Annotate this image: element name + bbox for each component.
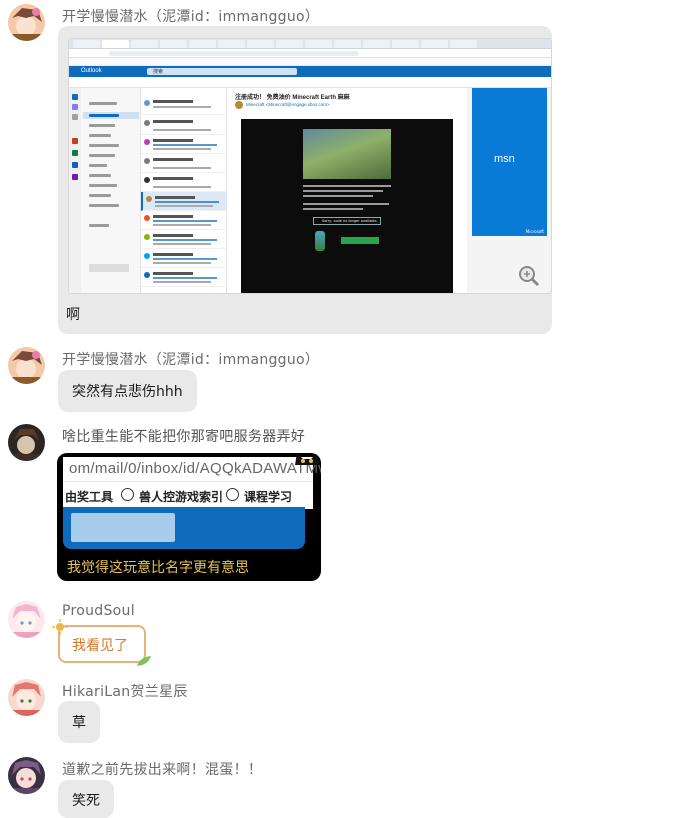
message-list [141, 88, 227, 293]
msn-logo: msn [494, 153, 515, 165]
message-text: 啊 [66, 307, 80, 323]
message-bubble[interactable]: 突然有点悲伤hhh [58, 370, 197, 412]
message-6: 道歉之前先拔出来啊！混蛋！！ 笑死 [8, 757, 308, 818]
sender-name: 开学慢慢潜水（泥潭id：immangguo） [62, 352, 320, 368]
bookmark-item: 兽人控游戏索引 [139, 490, 224, 504]
app-rail [69, 88, 81, 293]
sender-avatar [235, 101, 243, 109]
avatar[interactable] [8, 757, 45, 794]
sender-name: 啥比重生能不能把你那寄吧服务器弄好 [62, 429, 306, 445]
reply-screenshot-image[interactable]: om/mail/0/inbox/id/AQQkADAWATMw 由奖工具 兽人控… [57, 453, 321, 581]
message-4: ProudSoul 我看见了 [8, 601, 308, 669]
email-from: Minecraft <Minecraft@engage.xbox.com> [246, 102, 330, 107]
sender-name: 道歉之前先拔出来啊！混蛋！！ [62, 762, 263, 778]
url-text: om/mail/0/inbox/id/AQQkADAWATMw [69, 460, 321, 477]
address-bar: om/mail/0/inbox/id/AQQkADAWATMw [63, 457, 321, 481]
green-button [341, 237, 379, 244]
image-caption: 我觉得这玩意比名字更有意思 [67, 560, 249, 576]
message-bubble[interactable]: Outlook 搜索 注册成功！ 免费油价 Minecraft Earth 麻麻… [58, 26, 552, 334]
avatar[interactable] [8, 347, 45, 384]
message-1: 开学慢慢潜水（泥潭id：immangguo） Outlook 搜索 注册成功！ … [8, 4, 568, 336]
email-body: Sorry, code no longer available. [241, 119, 453, 293]
code-box: Sorry, code no longer available. [313, 217, 381, 225]
outlook-screenshot-image[interactable]: Outlook 搜索 注册成功！ 免费油价 Minecraft Earth 麻麻… [68, 38, 552, 294]
message-5: HikariLan贺兰星辰 草 [8, 679, 308, 745]
sun-icon [52, 619, 68, 635]
outlook-header: Outlook 搜索 [69, 66, 551, 77]
reading-pane: 注册成功！ 免费油价 Minecraft Earth 麻麻 Minecraft … [227, 88, 467, 293]
address-bar [69, 49, 551, 58]
msn-ad: msn Microsoft [472, 88, 547, 236]
folder-pane [81, 88, 141, 293]
browser-tabs [69, 39, 551, 49]
avatar[interactable] [8, 601, 45, 638]
outlook-logo-text: Outlook [81, 68, 102, 74]
avatar[interactable] [8, 424, 45, 461]
sender-name: 开学慢慢潜水（泥潭id：immangguo） [62, 9, 320, 25]
globe-icon [121, 488, 134, 501]
ad-footer: Microsoft [525, 229, 544, 234]
message-text: 我看见了 [72, 638, 128, 654]
bookmark-item: 由奖工具 [65, 490, 114, 504]
minecraft-hero-image [303, 129, 391, 179]
globe-icon [226, 488, 239, 501]
character-image [315, 231, 325, 251]
search-label: 搜索 [153, 69, 164, 75]
bookmarks-bar: 由奖工具 兽人控游戏索引 课程学习 [63, 481, 313, 509]
message-3: 啥比重生能不能把你那寄吧服务器弄好 om/mail/0/inbox/id/AQQ… [8, 424, 408, 589]
avatar[interactable] [8, 4, 45, 41]
avatar[interactable] [8, 679, 45, 716]
zoom-icon[interactable] [518, 265, 540, 287]
cat-ears-icon [295, 453, 319, 465]
outlook-search: 搜索 [147, 68, 297, 75]
message-bubble[interactable]: 草 [58, 701, 100, 743]
message-2: 开学慢慢潜水（泥潭id：immangguo） 突然有点悲伤hhh [8, 347, 408, 417]
bookmark-item: 课程学习 [244, 490, 293, 504]
outlook-ribbon [69, 77, 551, 88]
message-bubble[interactable]: 我看见了 [52, 619, 151, 666]
sender-name: HikariLan贺兰星辰 [62, 684, 188, 700]
sender-name: ProudSoul [62, 603, 135, 619]
leaf-icon [137, 656, 151, 666]
message-bubble[interactable]: 笑死 [58, 780, 114, 818]
outlook-header-crop [63, 507, 305, 549]
bookmarks-bar [69, 58, 551, 66]
email-subject: 注册成功！ 免费油价 Minecraft Earth 麻麻 [235, 95, 350, 101]
